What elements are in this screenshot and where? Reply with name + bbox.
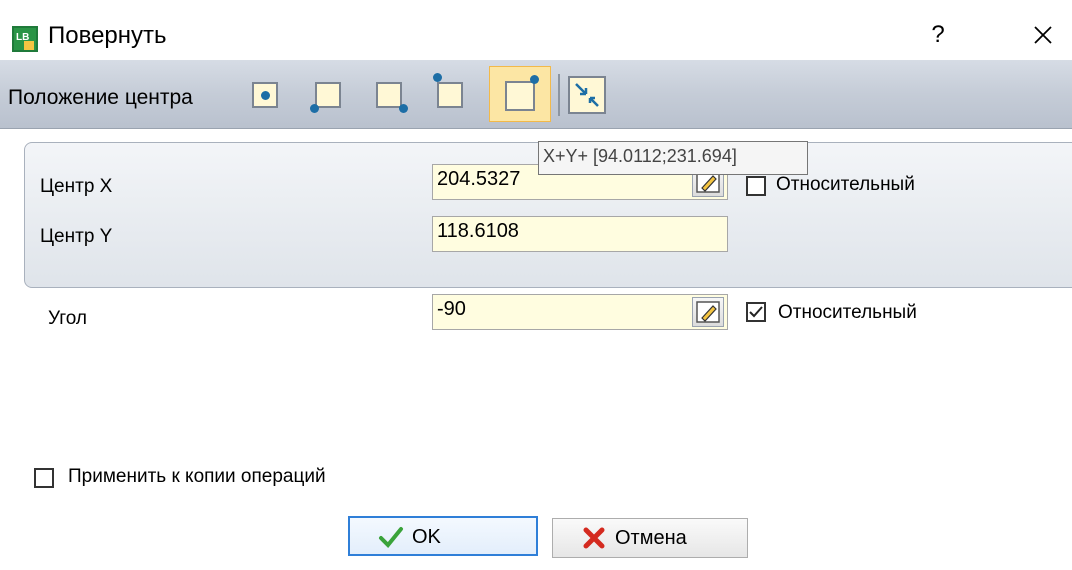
top-left-square-icon: [437, 82, 463, 108]
bottom-right-dot-icon: [399, 104, 408, 113]
edit-pencil-icon: [696, 301, 720, 323]
position-tooltip: X+Y+ [94.0112;231.694]: [538, 141, 808, 175]
center-y-value: 118.6108: [437, 220, 519, 242]
center-relative-checkbox[interactable]: [746, 176, 766, 196]
angle-label: Угол: [48, 308, 87, 329]
cancel-button-label: Отмена: [615, 527, 687, 549]
position-bottom-right-button[interactable]: [367, 72, 411, 118]
center-x-value: 204.5327: [437, 168, 521, 190]
title-bar: LB Повернуть ?: [0, 0, 1072, 60]
angle-relative-label: Относительный: [778, 302, 917, 323]
app-icon: LB: [12, 26, 38, 52]
bottom-left-dot-icon: [310, 104, 319, 113]
cross-icon: [583, 527, 605, 549]
top-right-square-icon: [505, 81, 535, 111]
help-button[interactable]: ?: [918, 18, 958, 52]
ok-button-label: OK: [412, 526, 441, 548]
toolbar-separator: [558, 74, 560, 116]
position-center-button[interactable]: [243, 72, 287, 118]
apply-copy-checkbox[interactable]: [34, 468, 54, 488]
position-bottom-left-button[interactable]: [306, 72, 350, 118]
center-x-label: Центр X: [40, 176, 113, 197]
close-icon[interactable]: [1026, 18, 1060, 52]
bottom-right-square-icon: [376, 82, 402, 108]
position-top-left-button[interactable]: [428, 72, 472, 118]
window-title: Повернуть: [48, 22, 167, 49]
center-y-label: Центр Y: [40, 226, 113, 247]
check-icon: [379, 527, 403, 548]
top-right-dot-icon: [530, 75, 539, 84]
center-y-field[interactable]: 118.6108: [432, 216, 728, 252]
checkmark-icon: [749, 306, 763, 318]
center-position-label: Положение центра: [8, 86, 193, 109]
top-left-dot-icon: [433, 73, 442, 82]
rotate-dialog: LB Повернуть ? Положение центра Центр X …: [0, 0, 1072, 570]
center-dot-icon: [261, 91, 270, 100]
center-relative-label: Относительный: [776, 174, 915, 195]
angle-relative-checkbox[interactable]: [746, 302, 766, 322]
ok-button[interactable]: OK: [348, 516, 538, 556]
apply-copy-label: Применить к копии операций: [68, 466, 326, 487]
angle-value: -90: [437, 298, 466, 320]
bottom-left-square-icon: [315, 82, 341, 108]
angle-edit-button[interactable]: [692, 297, 724, 327]
position-top-right-button[interactable]: [489, 66, 551, 122]
pick-center-button[interactable]: [568, 76, 606, 114]
angle-field[interactable]: -90: [432, 294, 728, 330]
cancel-button[interactable]: Отмена: [552, 518, 748, 558]
shrink-arrows-icon: [575, 83, 599, 107]
